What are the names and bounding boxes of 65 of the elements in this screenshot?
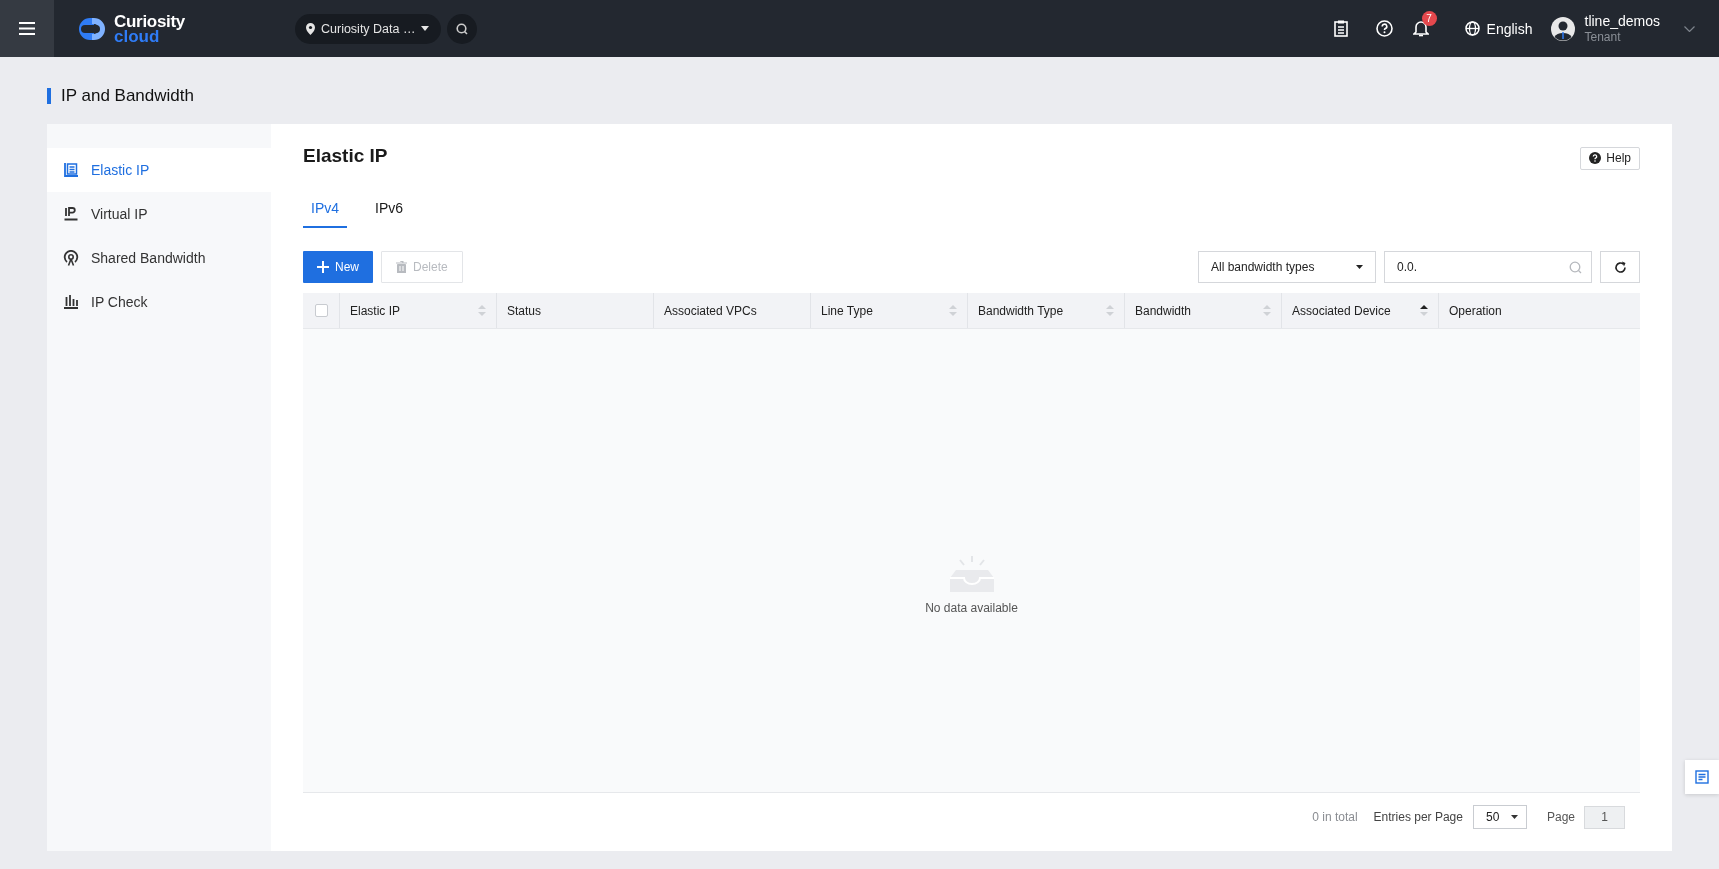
help-icon xyxy=(1589,152,1602,164)
column-header: Operation xyxy=(1449,303,1502,318)
caret-icon xyxy=(421,26,430,31)
trash-icon xyxy=(396,261,407,273)
sidebar-item[interactable]: Virtual IP xyxy=(47,192,271,236)
refresh-button[interactable] xyxy=(1600,251,1640,283)
avatar-icon xyxy=(1550,16,1575,41)
sidebar-item[interactable]: Shared Bandwidth xyxy=(47,236,271,280)
location-pin-icon xyxy=(306,22,315,35)
column-header: Associated VPCs xyxy=(664,303,757,318)
search-field[interactable]: 0.0. xyxy=(1384,251,1592,283)
refresh-icon xyxy=(1613,260,1627,274)
language-selector[interactable]: English xyxy=(1464,20,1533,37)
sort-icon[interactable] xyxy=(1420,305,1428,316)
header-cell[interactable]: Associated Device xyxy=(1281,293,1438,328)
ip-icon xyxy=(63,207,79,221)
region-selector[interactable]: Curiosity Data … xyxy=(295,13,442,44)
page-number-field[interactable]: 1 xyxy=(1584,805,1625,829)
tab[interactable]: IPv4 xyxy=(303,190,347,228)
clipboard-icon[interactable] xyxy=(1333,20,1348,37)
caret-icon xyxy=(1356,265,1363,269)
chevron-down-icon xyxy=(1684,25,1695,32)
list-icon xyxy=(63,163,79,177)
total-count: 0 in total xyxy=(1312,810,1358,824)
empty-message: No data available xyxy=(925,601,1018,615)
page-label: Page xyxy=(1546,810,1575,824)
new-button[interactable]: New xyxy=(303,251,373,283)
header-cell[interactable]: Bandwidth xyxy=(1124,293,1281,328)
header-cell[interactable]: Bandwidth Type xyxy=(967,293,1124,328)
user-menu[interactable]: tline_demos Tenant xyxy=(1550,12,1719,45)
column-header: Bandwidth xyxy=(1135,303,1192,318)
bandwidth-type-dropdown[interactable]: All bandwidth types xyxy=(1198,251,1376,283)
empty-inbox-icon xyxy=(947,556,996,592)
bar-chart-icon xyxy=(63,295,79,309)
search-icon xyxy=(456,22,469,35)
per-page-label: Entries per Page xyxy=(1373,810,1463,824)
per-page-dropdown[interactable]: 50 xyxy=(1472,805,1527,829)
logo-text: cloud xyxy=(114,28,160,44)
column-header: Status xyxy=(507,303,542,318)
page-title: IP and Bandwidth xyxy=(61,86,194,106)
header-cell[interactable]: Line Type xyxy=(810,293,967,328)
column-header: Elastic IP xyxy=(350,303,400,318)
column-header: Line Type xyxy=(821,303,873,318)
help-button[interactable]: Help xyxy=(1580,146,1640,170)
sidebar-item[interactable]: IP Check xyxy=(47,280,271,324)
select-all-checkbox[interactable] xyxy=(314,304,328,317)
help-icon[interactable] xyxy=(1375,20,1393,37)
sidebar-item[interactable]: Elastic IP xyxy=(47,148,271,192)
globe-icon xyxy=(1464,21,1480,36)
signal-icon xyxy=(63,250,79,266)
header-cell[interactable]: Elastic IP xyxy=(339,293,496,328)
menu-button[interactable] xyxy=(0,0,54,57)
tab[interactable]: IPv6 xyxy=(367,190,412,228)
panel-title: Elastic IP xyxy=(303,145,388,167)
logo-text: Curiosity xyxy=(114,13,185,29)
plus-icon xyxy=(317,261,329,273)
form-icon[interactable] xyxy=(1695,770,1709,784)
bell-icon[interactable] xyxy=(1412,20,1429,37)
column-header: Associated Device xyxy=(1292,303,1391,318)
search-icon xyxy=(1569,261,1582,274)
search-button[interactable] xyxy=(447,13,478,44)
caret-icon xyxy=(1510,815,1518,819)
column-header: Bandwidth Type xyxy=(978,303,1064,318)
menu-icon xyxy=(19,22,35,35)
notification-badge: 7 xyxy=(1421,11,1437,26)
